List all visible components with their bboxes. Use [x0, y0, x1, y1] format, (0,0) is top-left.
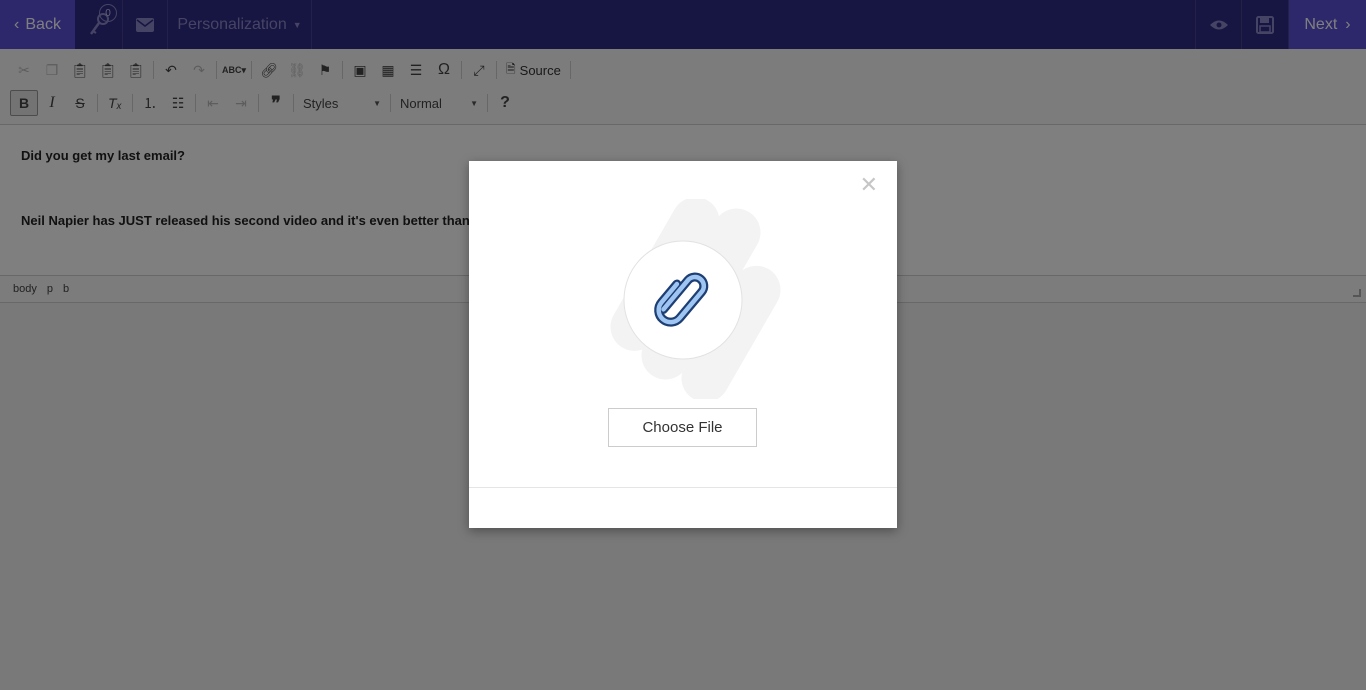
attachment-illustration: [610, 199, 781, 399]
attach-file-modal: ✕ Choose File: [469, 161, 897, 528]
choose-file-button[interactable]: Choose File: [608, 408, 757, 447]
close-icon[interactable]: ✕: [860, 174, 878, 196]
icon-circle: [623, 240, 743, 360]
modal-footer-divider: [469, 487, 897, 488]
